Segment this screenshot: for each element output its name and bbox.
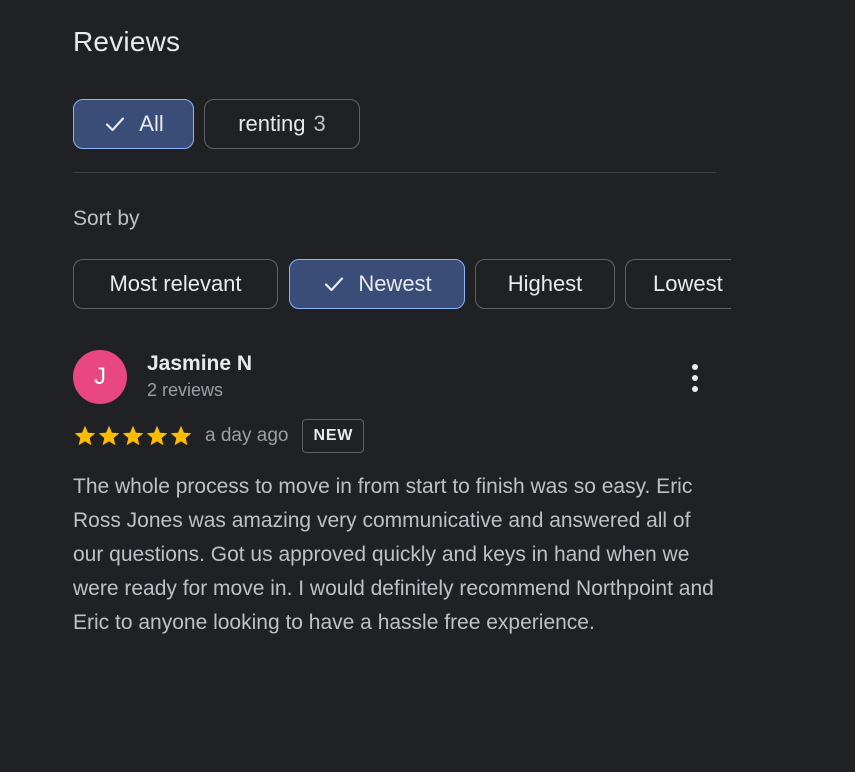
sort-label: Sort by [73,207,140,230]
star-icon [98,425,120,446]
rating-row: a day ago NEW [73,418,365,454]
sort-option-label: Newest [358,271,432,296]
star-icon [146,425,168,446]
sort-option-most-relevant[interactable]: Most relevant [73,259,278,309]
star-icon [122,425,144,446]
sort-option-label: Most relevant [109,271,242,296]
sort-option-newest[interactable]: Newest [289,259,465,309]
sort-option-highest[interactable]: Highest [475,259,615,309]
check-icon [103,112,127,136]
sort-option-label: Lowest [653,271,723,296]
review-time: a day ago [205,425,289,446]
avatar-initial: J [94,363,106,390]
filter-chip-count: 3 [313,111,326,136]
filter-chip-all[interactable]: All [73,99,194,149]
divider [73,172,716,173]
star-rating [73,424,193,448]
author-review-count: 2 reviews [147,380,224,400]
sort-option-lowest[interactable]: Lowest [625,259,731,309]
more-vertical-icon [692,364,698,392]
review-text: The whole process to move in from start … [73,475,714,634]
sort-options: Most relevant Newest Highest Lowest [73,259,731,315]
filter-chip-label: All [139,111,164,136]
more-options-button[interactable] [677,356,713,400]
new-badge: NEW [302,419,365,453]
check-icon [322,272,346,296]
star-icon [74,425,96,446]
filter-chip-label: renting [238,111,306,136]
author-name[interactable]: Jasmine N [147,352,252,376]
filter-chip-renting[interactable]: renting 3 [204,99,360,149]
sort-option-label: Highest [507,271,583,296]
star-icon [170,425,192,446]
page-title: Reviews [73,26,181,57]
avatar[interactable]: J [73,350,127,404]
